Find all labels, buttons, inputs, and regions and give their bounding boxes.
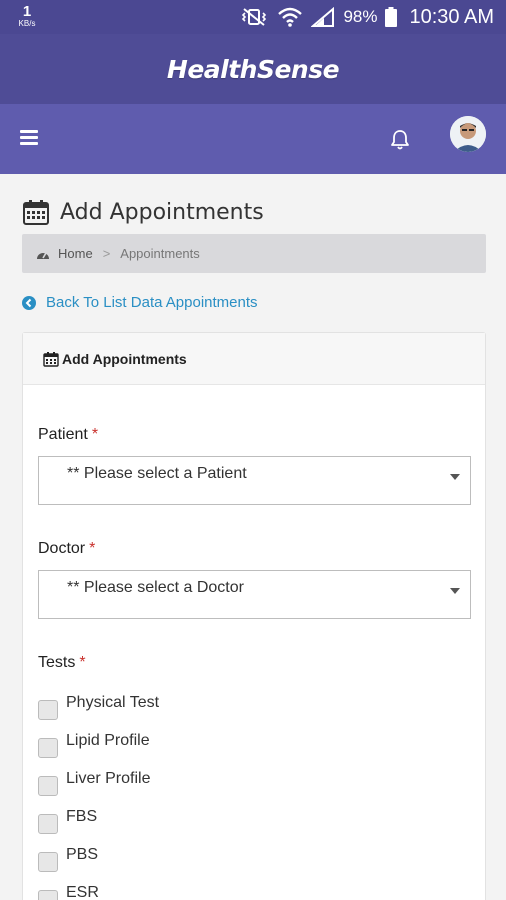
page-title: Add Appointments (60, 199, 264, 225)
main-content: Add Appointments Home > Appointments Bac… (0, 174, 506, 900)
patient-select-value: ** Please select a Patient (67, 465, 247, 482)
test-option-liver-profile[interactable]: Liver Profile (38, 770, 150, 796)
doctor-select-value: ** Please select a Doctor (67, 579, 244, 596)
breadcrumb-current: Appointments (120, 246, 200, 261)
menu-icon[interactable] (20, 130, 38, 146)
test-option-lipid-profile[interactable]: Lipid Profile (38, 732, 150, 758)
back-to-list-link[interactable]: Back To List Data Appointments (22, 294, 258, 311)
signal-icon (311, 7, 335, 27)
doctor-select[interactable]: ** Please select a Doctor (38, 570, 471, 619)
checkbox[interactable] (38, 852, 58, 872)
wifi-icon (278, 7, 303, 27)
test-option-fbs[interactable]: FBS (38, 808, 97, 834)
required-marker: * (79, 654, 86, 671)
checkbox[interactable] (38, 738, 58, 758)
patient-select[interactable]: ** Please select a Patient (38, 456, 471, 505)
chevron-down-icon (450, 474, 460, 480)
chevron-down-icon (450, 588, 460, 594)
arrow-circle-left-icon (22, 295, 36, 310)
test-option-label: FBS (66, 808, 98, 825)
calendar-icon (23, 200, 49, 225)
required-marker: * (91, 426, 99, 443)
test-option-physical-test[interactable]: Physical Test (38, 694, 159, 720)
user-avatar[interactable] (450, 116, 486, 152)
tests-label-text: Tests (38, 654, 76, 671)
patient-label-text: Patient (38, 426, 88, 443)
checkbox[interactable] (38, 890, 58, 900)
calendar-icon (43, 351, 59, 367)
breadcrumb-home[interactable]: Home (58, 246, 93, 261)
vibrate-mute-icon (242, 8, 267, 26)
test-option-label: Lipid Profile (66, 732, 150, 749)
doctor-label-text: Doctor (38, 540, 86, 557)
network-speed-value: 1 (22, 3, 32, 20)
test-option-esr[interactable]: ESR (38, 884, 99, 900)
dashboard-icon (37, 252, 49, 259)
checkbox[interactable] (38, 814, 58, 834)
checkbox[interactable] (38, 700, 58, 720)
status-bar: 1 KB/s 98% 10:30 AM (0, 0, 506, 34)
add-appointment-form: Add Appointments Patient * ** Please sele… (22, 332, 486, 900)
required-marker: * (89, 540, 96, 557)
tests-label: Tests * (38, 654, 86, 672)
network-speed: 1 KB/s (12, 4, 42, 28)
network-speed-unit: KB/s (18, 19, 36, 28)
status-icons: 98% 10:30 AM (239, 0, 494, 34)
back-link-label: Back To List Data Appointments (46, 294, 258, 311)
test-option-label: Physical Test (66, 694, 160, 711)
app-logo: HealthSense (166, 54, 340, 84)
top-nav (0, 104, 506, 174)
test-option-pbs[interactable]: PBS (38, 846, 98, 872)
test-option-label: ESR (66, 884, 99, 900)
checkbox[interactable] (38, 776, 58, 796)
page-heading: Add Appointments (22, 198, 264, 226)
form-header: Add Appointments (23, 333, 485, 385)
breadcrumb-separator: > (102, 246, 111, 261)
clock: 10:30 AM (409, 5, 494, 28)
doctor-label: Doctor * (38, 540, 95, 558)
test-option-label: Liver Profile (66, 770, 151, 787)
test-option-label: PBS (66, 846, 99, 863)
form-header-title: Add Appointments (62, 350, 187, 367)
breadcrumb: Home > Appointments (22, 234, 486, 273)
battery-icon (385, 7, 398, 27)
brand-bar: HealthSense (0, 34, 506, 104)
patient-label: Patient * (38, 426, 98, 444)
notification-bell-icon[interactable] (390, 129, 410, 151)
battery-percent: 98% (343, 7, 378, 26)
